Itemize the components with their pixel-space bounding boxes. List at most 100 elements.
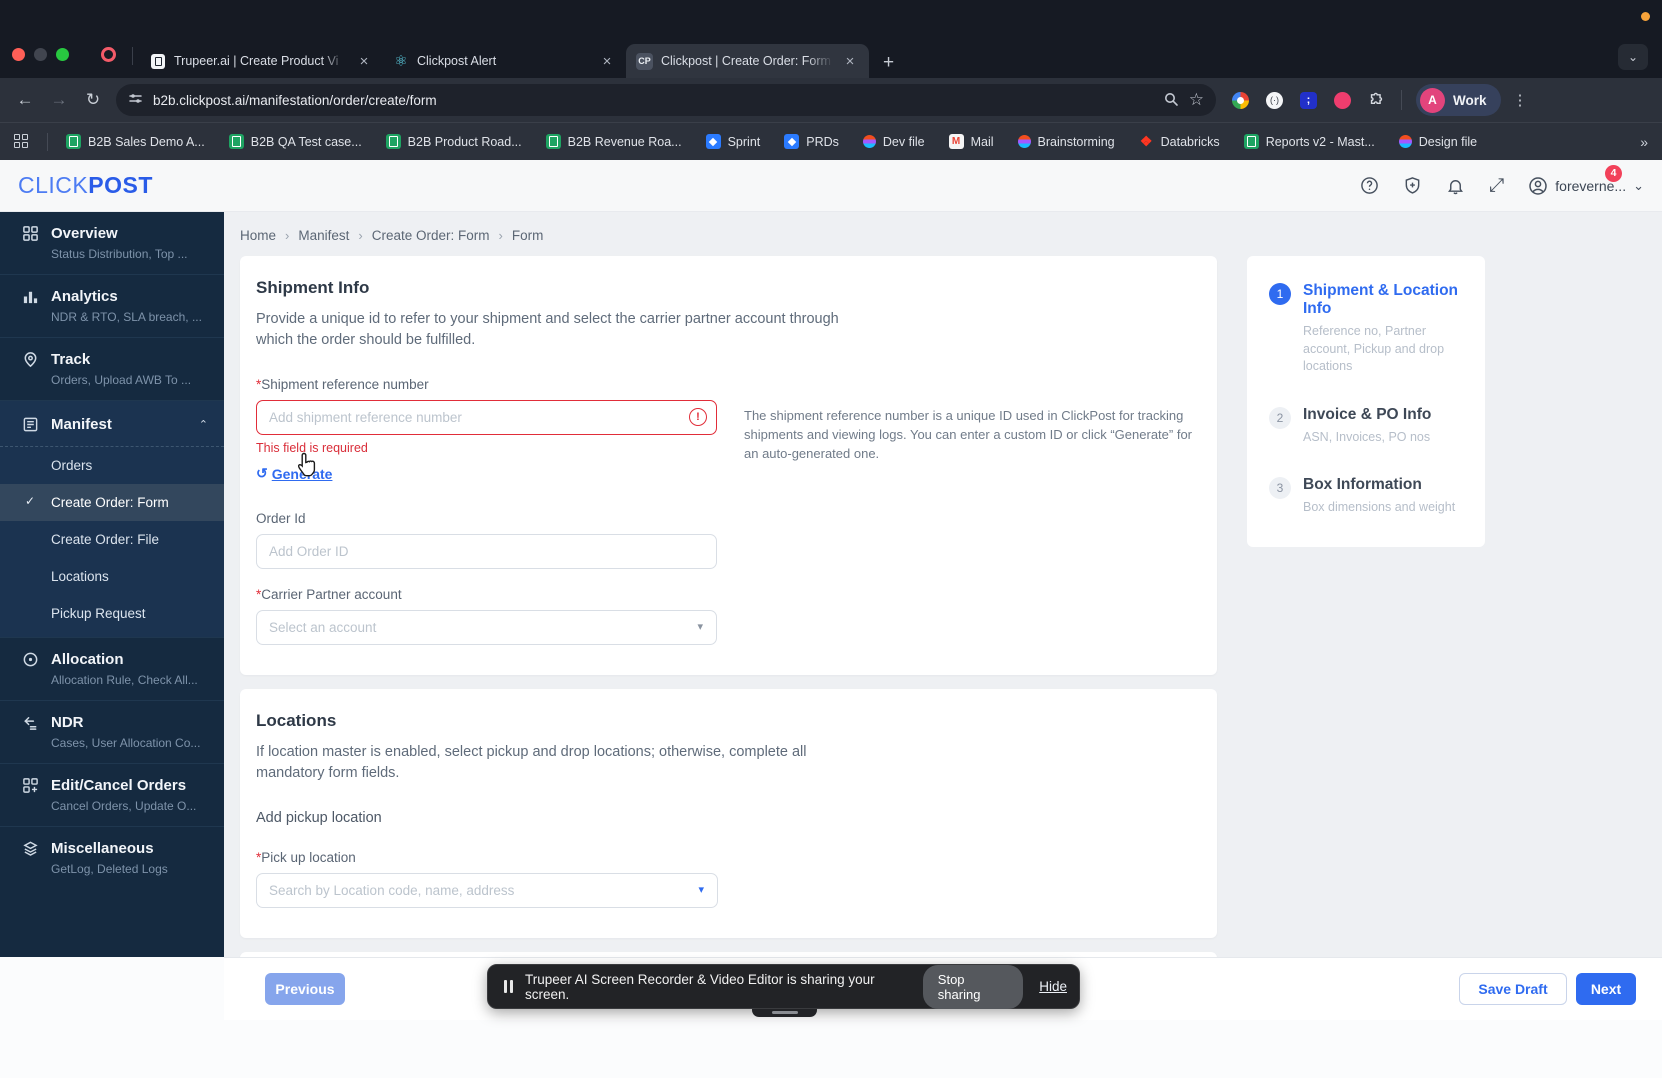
step-shipment-location-info[interactable]: 1 Shipment & Location Info Reference no,… [1269,282,1485,376]
clickpost-logo[interactable]: CLICKPOST [18,172,153,199]
user-icon [1528,176,1548,196]
close-tab-icon[interactable]: × [841,53,859,70]
breadcrumb-manifest[interactable]: Manifest [298,228,349,243]
jira-icon [784,134,799,149]
apps-grid-icon[interactable] [14,134,29,149]
bookmark-item[interactable]: ❖Databricks [1139,134,1220,149]
url-text[interactable]: b2b.clickpost.ai/manifestation/order/cre… [153,93,1153,108]
react-favicon: ⚛ [393,53,409,69]
breadcrumb-home[interactable]: Home [240,228,276,243]
bookmark-item[interactable]: Sprint [706,134,761,149]
sidebar-item-allocation[interactable]: Allocation Allocation Rule, Check All... [0,638,224,701]
bookmark-item[interactable]: B2B Sales Demo A... [66,134,205,149]
chevron-down-icon: ▾ [697,620,703,633]
sheets-icon [229,134,244,149]
forward-button[interactable]: → [42,90,76,110]
field-error-text: This field is required [256,441,717,455]
chevron-down-icon[interactable]: ⌄ [1633,178,1644,194]
bookmark-item[interactable]: MMail [949,134,994,149]
close-tab-icon[interactable]: × [355,53,373,70]
bookmark-item[interactable]: B2B Product Road... [386,134,522,149]
bookmark-item[interactable]: B2B QA Test case... [229,134,362,149]
fullscreen-expand-icon[interactable]: ⤢ [1489,175,1504,197]
tab-clickpost-create-order[interactable]: CP Clickpost | Create Order: Form × [626,44,869,78]
close-tab-icon[interactable]: × [598,53,616,70]
shield-protect-icon[interactable] [1403,176,1422,195]
sidebar-item-miscellaneous[interactable]: Miscellaneous GetLog, Deleted Logs [0,827,224,889]
sidebar-item-create-order-file[interactable]: Create Order: File [0,521,224,558]
meet-extension-icon[interactable]: (·) [1266,92,1283,109]
tab-trupeer[interactable]: Trupeer.ai | Create Product Vi × [140,44,383,78]
refresh-icon: ↺ [256,465,268,482]
generate-link[interactable]: ↺ Generate [256,465,332,482]
semicolon-extension-icon[interactable]: ; [1300,92,1317,109]
field-label: *Shipment reference number [256,377,717,392]
tab-title: Trupeer.ai | Create Product Vi [174,54,347,68]
profile-chip[interactable]: A Work [1416,84,1501,116]
browser-titlebar: Trupeer.ai | Create Product Vi × ⚛ Click… [0,0,1662,78]
reload-button[interactable]: ↻ [76,90,110,110]
carrier-account-select[interactable]: Select an account ▾ [256,610,717,645]
save-draft-button[interactable]: Save Draft [1459,973,1567,1005]
bookmark-item[interactable]: Reports v2 - Mast... [1244,134,1375,149]
sidebar-item-overview[interactable]: Overview Status Distribution, Top ... [0,212,224,275]
field-label: Order Id [256,511,717,526]
breadcrumb: Home › Manifest › Create Order: Form › F… [240,228,1662,243]
sidebar-item-create-order-form[interactable]: ✓ Create Order: Form [0,484,224,521]
next-button[interactable]: Next [1576,973,1636,1005]
stop-sharing-button[interactable]: Stop sharing [923,965,1023,1009]
sidebar-item-track[interactable]: Track Orders, Upload AWB To ... [0,338,224,401]
sidebar-item-manifest[interactable]: Manifest ⌃ [0,401,224,447]
search-icon[interactable] [1163,91,1179,110]
sidebar-item-edit-cancel-orders[interactable]: Edit/Cancel Orders Cancel Orders, Update… [0,764,224,827]
zoom-window-button[interactable] [56,48,69,61]
help-icon[interactable] [1360,176,1379,195]
address-bar[interactable]: b2b.clickpost.ai/manifestation/order/cre… [116,84,1216,116]
sidebar-item-ndr[interactable]: NDR Cases, User Allocation Co... [0,701,224,764]
bookmark-item[interactable]: B2B Revenue Roa... [546,134,682,149]
bookmark-item[interactable]: Design file [1399,135,1477,149]
site-settings-icon[interactable] [128,91,143,109]
profile-label: Work [1453,93,1487,108]
sheets-icon [66,134,81,149]
section-description: Provide a unique id to refer to your shi… [256,309,876,351]
shipment-reference-input[interactable] [256,400,717,435]
step-invoice-po-info[interactable]: 2 Invoice & PO Info ASN, Invoices, PO no… [1269,406,1485,447]
breadcrumb-create-order-form[interactable]: Create Order: Form [372,228,490,243]
account-menu[interactable]: foreverne... 4 ⌄ [1528,176,1644,196]
close-window-button[interactable] [12,48,25,61]
bookmark-item[interactable]: Brainstorming [1018,135,1115,149]
bookmark-item[interactable]: Dev file [863,135,925,149]
hide-banner-link[interactable]: Hide [1039,979,1067,994]
browser-menu-icon[interactable]: ⋮ [1513,91,1528,109]
bookmark-star-icon[interactable]: ☆ [1189,90,1204,110]
sidebar-item-analytics[interactable]: Analytics NDR & RTO, SLA breach, ... [0,275,224,338]
recorder-extension-icon[interactable] [1334,92,1351,109]
sidebar-item-locations[interactable]: Locations [0,558,224,595]
bookmark-item[interactable]: PRDs [784,134,839,149]
extensions-puzzle-icon[interactable] [1368,92,1385,109]
tab-title: Clickpost | Create Order: Form [661,54,833,68]
sidebar-item-pickup-request[interactable]: Pickup Request [0,595,224,637]
locations-card: Locations If location master is enabled,… [240,689,1217,938]
sheets-icon [1244,134,1259,149]
map-pin-icon [22,351,40,368]
share-banner-handle[interactable] [752,1009,817,1017]
step-box-information[interactable]: 3 Box Information Box dimensions and wei… [1269,476,1485,517]
back-button[interactable]: ← [8,90,42,110]
google-extension-icon[interactable] [1232,92,1249,109]
tab-search-button[interactable]: ⌄ [1618,44,1648,70]
bookmarks-overflow-chevron[interactable]: » [1640,134,1648,150]
tab-clickpost-alert[interactable]: ⚛ Clickpost Alert × [383,44,626,78]
order-id-input[interactable] [256,534,717,569]
chevron-separator: › [358,228,362,243]
minimize-window-button[interactable] [34,48,47,61]
new-tab-button[interactable]: + [883,52,894,74]
notifications-bell-icon[interactable] [1446,176,1465,195]
previous-button[interactable]: Previous [265,973,345,1005]
sidebar-item-orders[interactable]: Orders [0,447,224,484]
section-title: Shipment Info [256,278,1201,298]
figma-icon [1018,135,1031,148]
chevron-up-icon[interactable]: ⌃ [199,418,208,431]
pickup-location-select[interactable]: Search by Location code, name, address ▾ [256,873,718,908]
